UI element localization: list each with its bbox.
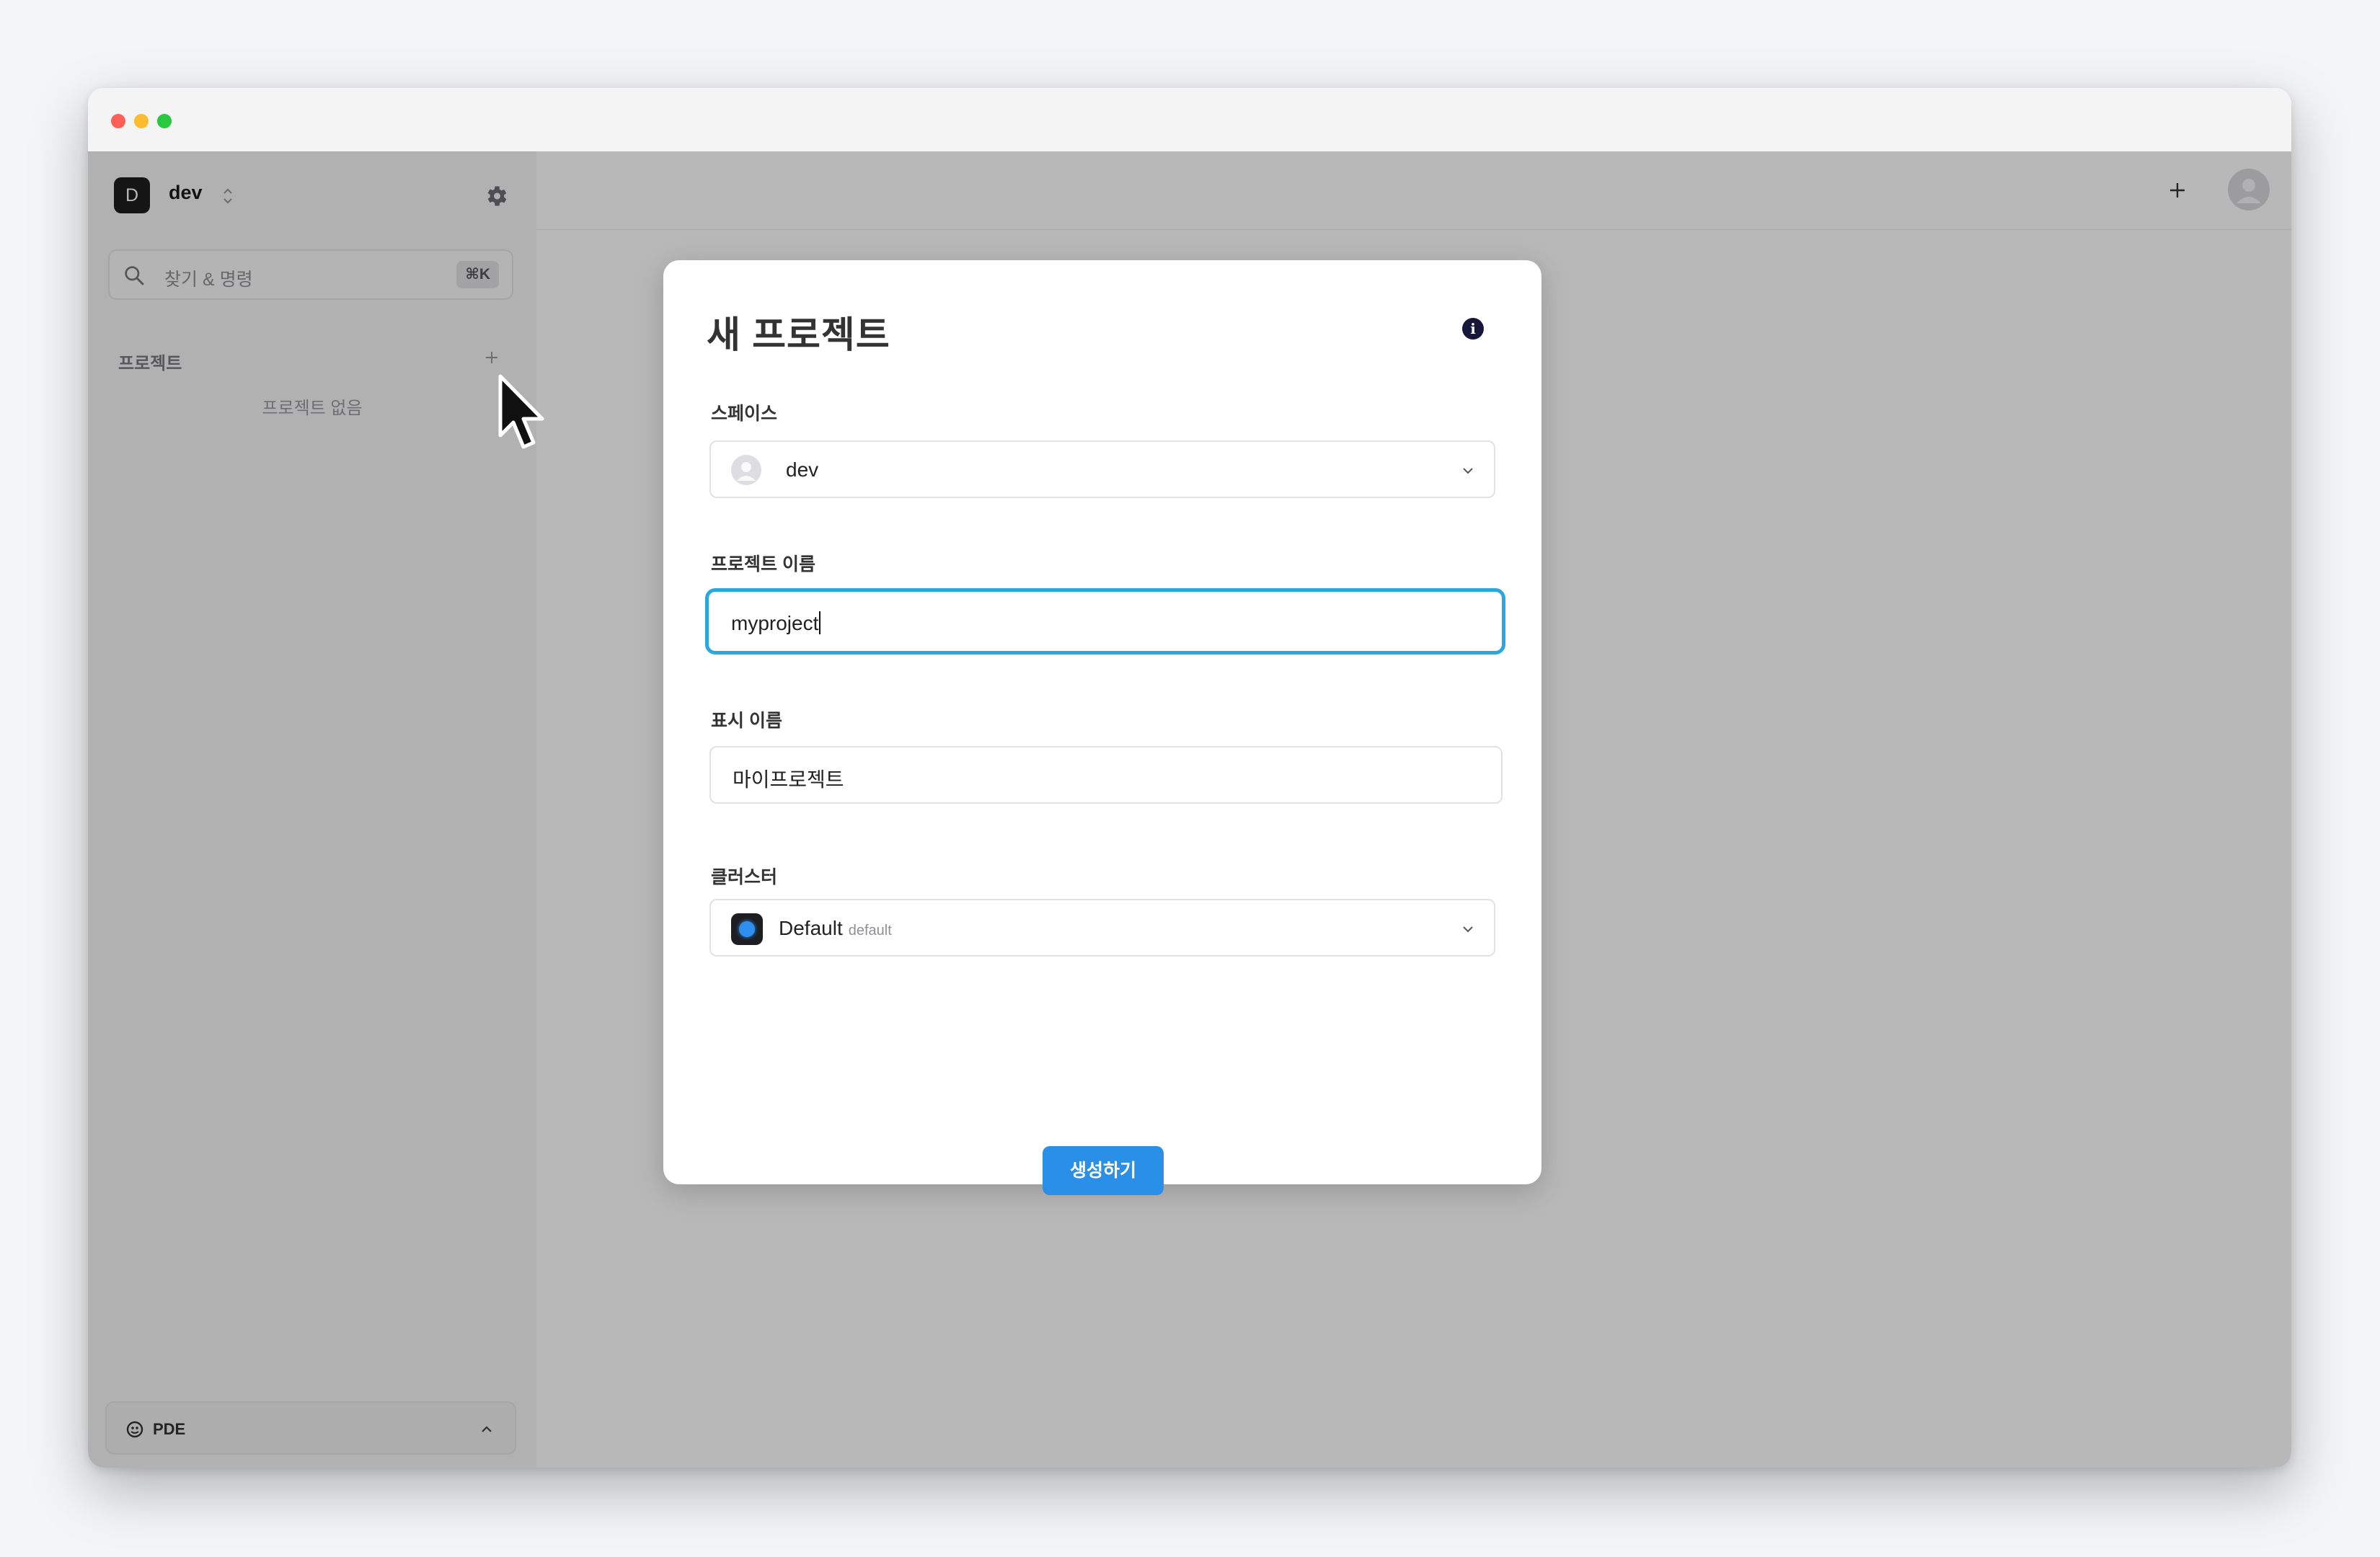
zoom-window-button[interactable] bbox=[157, 114, 172, 128]
user-icon bbox=[737, 462, 756, 481]
minimize-window-button[interactable] bbox=[134, 114, 149, 128]
display-name-label: 표시 이름 bbox=[711, 711, 782, 731]
space-select[interactable]: dev bbox=[709, 440, 1495, 498]
new-project-dialog: 새 프로젝트 i 스페이스 dev 프로젝트 이름 myproject 표시 이… bbox=[663, 260, 1541, 1195]
cluster-subtext: default bbox=[848, 923, 892, 939]
space-value: dev bbox=[786, 458, 819, 481]
cluster-label: 클러스터 bbox=[711, 867, 778, 887]
info-icon[interactable]: i bbox=[1462, 318, 1484, 340]
display-name-input[interactable]: 마이프로젝트 bbox=[709, 746, 1503, 804]
space-label: 스페이스 bbox=[711, 404, 778, 424]
project-name-input[interactable]: myproject bbox=[705, 588, 1505, 655]
mouse-pointer-icon bbox=[498, 374, 544, 449]
display-name-value: 마이프로젝트 bbox=[733, 768, 844, 791]
title-bar bbox=[88, 88, 2291, 152]
chevron-down-icon bbox=[1463, 926, 1473, 933]
cluster-select[interactable]: Default default bbox=[709, 899, 1495, 957]
chevron-down-icon bbox=[1463, 468, 1473, 474]
cluster-icon bbox=[731, 913, 763, 945]
cluster-value: Default default bbox=[779, 917, 892, 939]
project-name-label: 프로젝트 이름 bbox=[711, 554, 815, 575]
create-button[interactable]: 생성하기 bbox=[1043, 1146, 1164, 1195]
space-avatar bbox=[731, 455, 761, 485]
dialog-title: 새 프로젝트 bbox=[707, 314, 890, 355]
text-cursor bbox=[819, 611, 821, 634]
project-name-value: myproject bbox=[731, 611, 821, 635]
close-window-button[interactable] bbox=[111, 114, 125, 128]
